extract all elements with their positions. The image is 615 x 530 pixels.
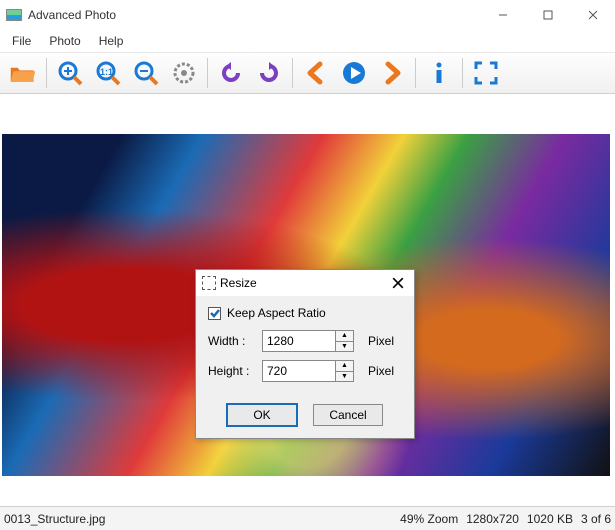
cancel-button[interactable]: Cancel (313, 404, 383, 426)
width-unit: Pixel (368, 334, 394, 348)
window-controls (480, 1, 615, 29)
separator (415, 58, 416, 88)
status-dimensions: 1280x720 (466, 512, 519, 526)
dialog-title: Resize (220, 276, 388, 290)
resize-dialog: Resize Keep Aspect Ratio Width : ▲▼ Pixe… (195, 269, 415, 439)
next-icon[interactable] (375, 56, 409, 90)
close-button[interactable] (570, 1, 615, 29)
width-input[interactable]: ▲▼ (262, 330, 354, 352)
app-icon (6, 9, 22, 21)
play-icon[interactable] (337, 56, 371, 90)
zoom-out-icon[interactable] (129, 56, 163, 90)
status-zoom: 49% Zoom (400, 512, 458, 526)
status-filesize: 1020 KB (527, 512, 573, 526)
maximize-button[interactable] (525, 1, 570, 29)
width-field[interactable] (263, 331, 335, 351)
ok-button[interactable]: OK (227, 404, 297, 426)
keep-aspect-ratio-checkbox[interactable]: Keep Aspect Ratio (208, 306, 402, 320)
height-label: Height : (208, 364, 256, 378)
zoom-in-icon[interactable] (53, 56, 87, 90)
chevron-down-icon[interactable]: ▼ (336, 342, 353, 352)
width-stepper[interactable]: ▲▼ (335, 331, 353, 351)
height-row: Height : ▲▼ Pixel (208, 360, 402, 382)
separator (46, 58, 47, 88)
checkbox-icon (208, 307, 221, 320)
info-icon[interactable] (422, 56, 456, 90)
keep-aspect-ratio-label: Keep Aspect Ratio (227, 306, 326, 320)
menu-help[interactable]: Help (91, 32, 132, 50)
window-title: Advanced Photo (28, 8, 480, 22)
chevron-up-icon[interactable]: ▲ (336, 331, 353, 342)
fullscreen-icon[interactable] (469, 56, 503, 90)
zoom-fit-icon[interactable] (167, 56, 201, 90)
dialog-buttons: OK Cancel (196, 396, 414, 438)
menu-photo[interactable]: Photo (41, 32, 88, 50)
minimize-button[interactable] (480, 1, 525, 29)
open-folder-icon[interactable] (6, 56, 40, 90)
rotate-left-icon[interactable] (214, 56, 248, 90)
status-filename: 0013_Structure.jpg (4, 512, 400, 526)
menubar: File Photo Help (0, 30, 615, 52)
svg-text:1:1: 1:1 (100, 67, 113, 77)
separator (462, 58, 463, 88)
toolbar: 1:1 (0, 52, 615, 94)
resize-icon (202, 276, 216, 290)
height-input[interactable]: ▲▼ (262, 360, 354, 382)
statusbar: 0013_Structure.jpg 49% Zoom 1280x720 102… (0, 506, 615, 530)
height-unit: Pixel (368, 364, 394, 378)
separator (292, 58, 293, 88)
chevron-down-icon[interactable]: ▼ (336, 372, 353, 382)
rotate-right-icon[interactable] (252, 56, 286, 90)
dialog-close-button[interactable] (388, 273, 408, 293)
separator (207, 58, 208, 88)
dialog-body: Keep Aspect Ratio Width : ▲▼ Pixel Heigh… (196, 296, 414, 396)
titlebar: Advanced Photo (0, 0, 615, 30)
chevron-up-icon[interactable]: ▲ (336, 361, 353, 372)
height-field[interactable] (263, 361, 335, 381)
status-right: 49% Zoom 1280x720 1020 KB 3 of 6 (400, 512, 611, 526)
menu-file[interactable]: File (4, 32, 39, 50)
dialog-titlebar[interactable]: Resize (196, 270, 414, 296)
previous-icon[interactable] (299, 56, 333, 90)
zoom-actual-icon[interactable]: 1:1 (91, 56, 125, 90)
height-stepper[interactable]: ▲▼ (335, 361, 353, 381)
status-position: 3 of 6 (581, 512, 611, 526)
width-label: Width : (208, 334, 256, 348)
viewport: Resize Keep Aspect Ratio Width : ▲▼ Pixe… (0, 94, 615, 504)
width-row: Width : ▲▼ Pixel (208, 330, 402, 352)
